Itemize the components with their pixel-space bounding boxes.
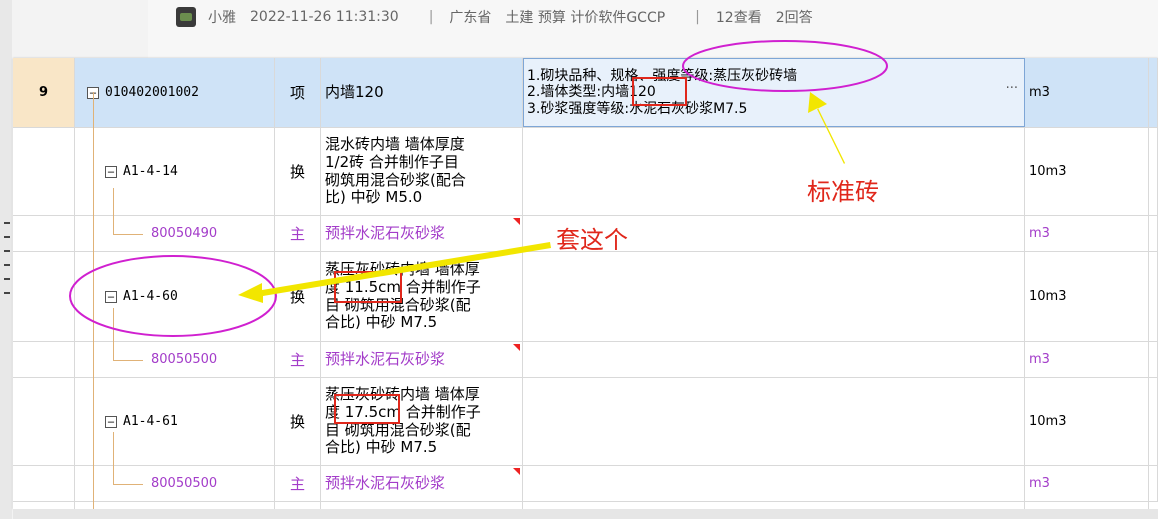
- annotation-overlay: [69, 40, 888, 337]
- arrow-icon: [238, 242, 551, 303]
- highlight-ellipse: [682, 40, 888, 92]
- arrow-icon: [808, 92, 845, 164]
- annotation-use-this: 套这个: [556, 226, 628, 254]
- annotation-standard-brick: 标准砖: [807, 178, 879, 206]
